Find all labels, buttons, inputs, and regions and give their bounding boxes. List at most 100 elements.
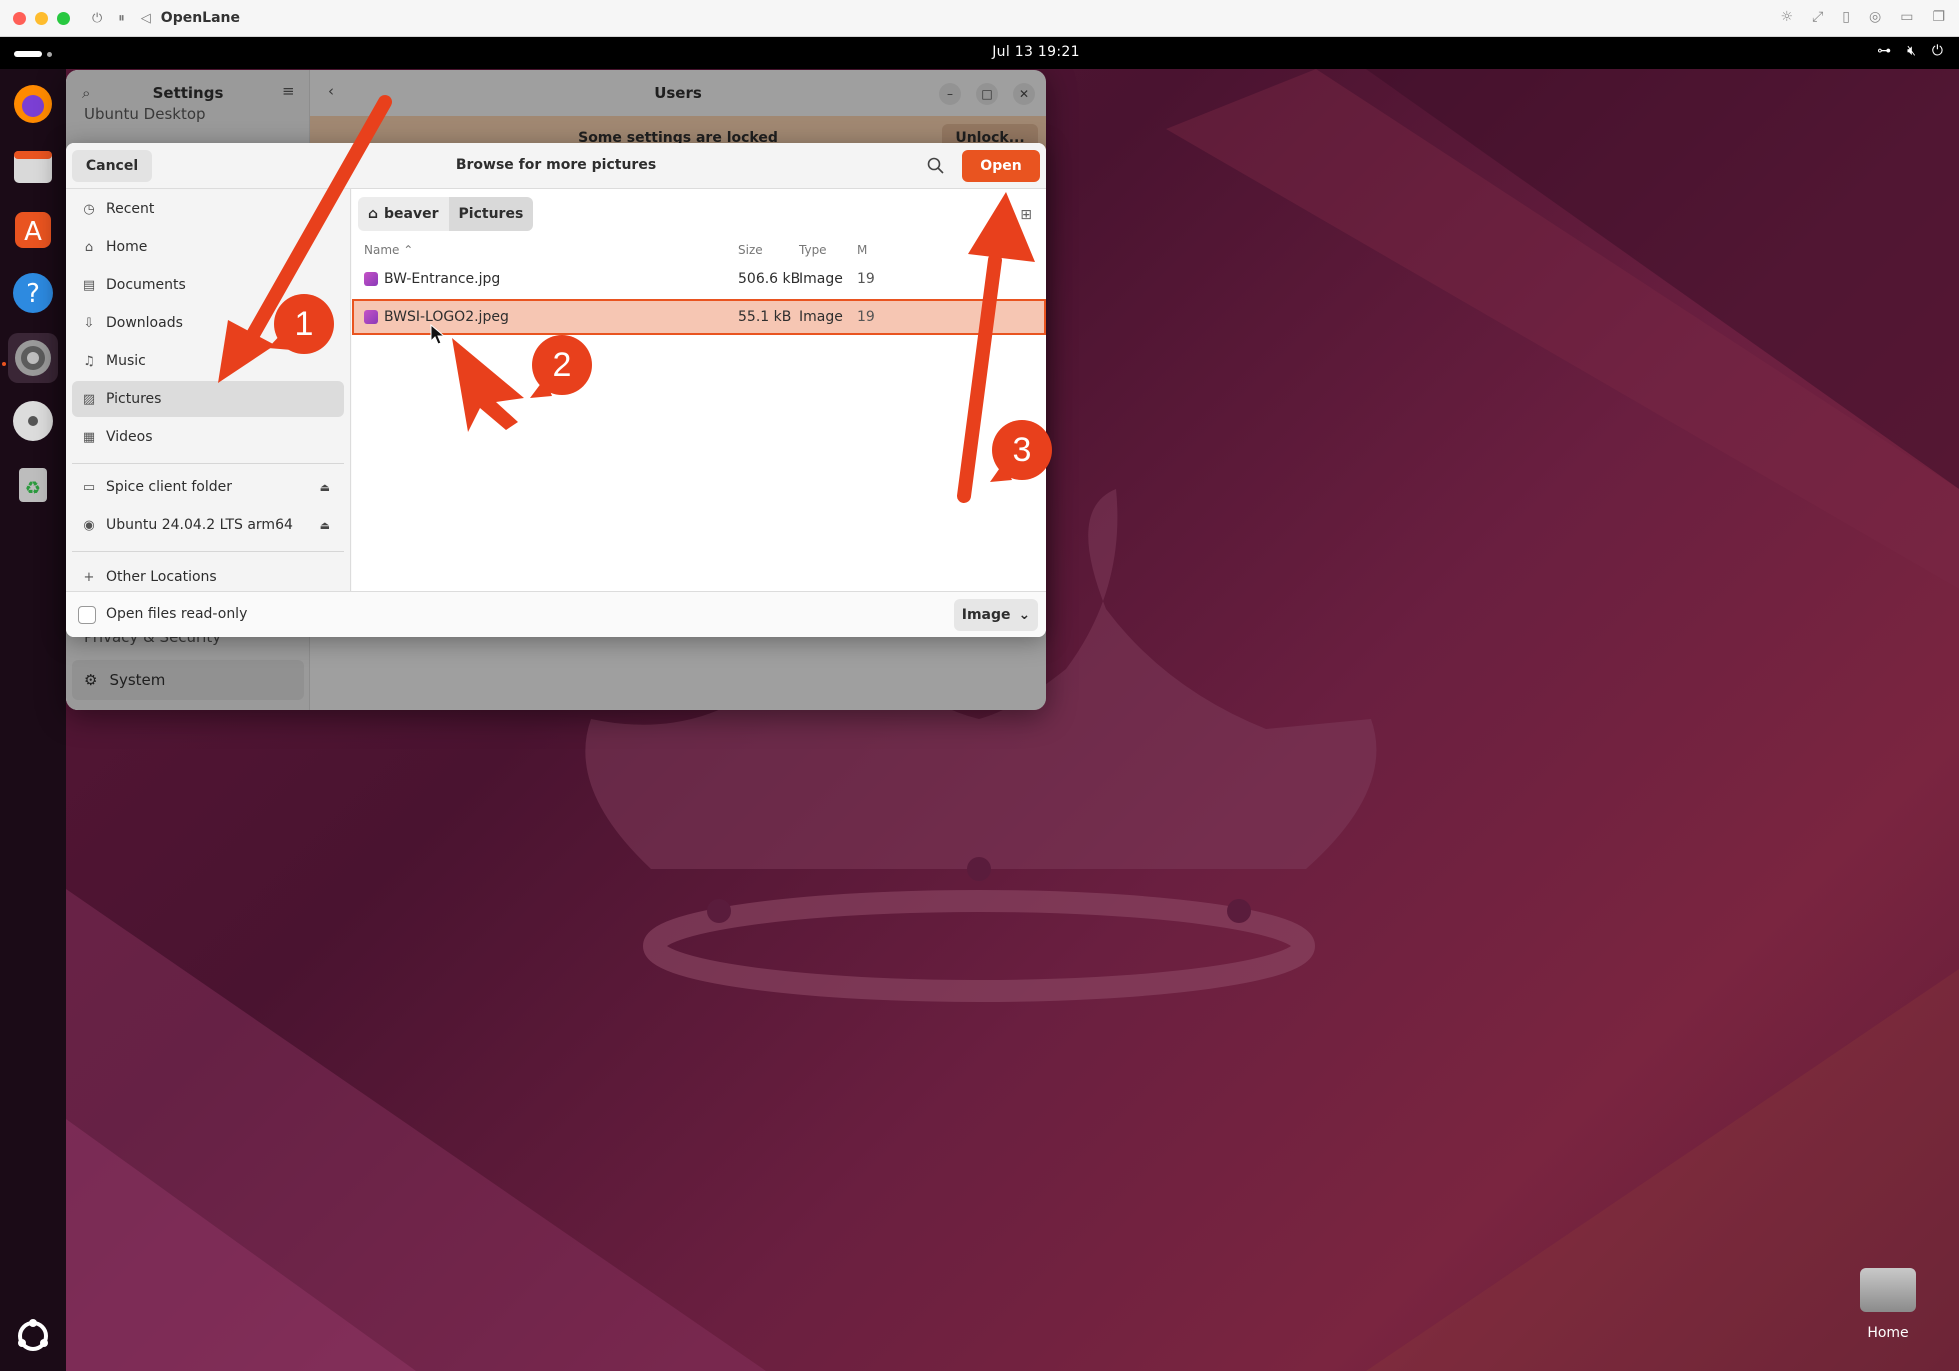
power-icon[interactable]: ⏻ [92,11,102,26]
dialog-header: Cancel Browse for more pictures Open [66,143,1046,189]
file-type: Image [799,271,843,287]
grid-view-icon[interactable]: ⊞ [1020,207,1032,223]
place-label: Other Locations [106,569,217,585]
network-wired-icon: ⊶ [1877,43,1892,59]
video-icon: ▦ [82,429,96,445]
search-icon[interactable] [926,156,946,176]
place-recent[interactable]: ◷ Recent [72,191,344,227]
filter-label: Image [961,607,1011,623]
place-label: Pictures [106,391,162,407]
place-label: Recent [106,201,155,217]
path-bar: ⌂ beaver Pictures [358,197,534,231]
desktop-home-folder-icon[interactable] [1860,1268,1916,1312]
read-only-label[interactable]: Open files read-only [106,606,247,622]
sort-ascending-icon: ⌃ [403,243,414,257]
power-menu-icon: ⏻ [1931,43,1943,59]
column-header-size[interactable]: Size [738,243,763,257]
annotation-badge-3: 3 [992,420,1052,480]
place-videos[interactable]: ▦ Videos [72,419,344,455]
read-only-checkbox[interactable] [78,606,96,624]
dialog-title: Browse for more pictures [455,157,657,173]
desktop-home-label[interactable]: Home [1850,1325,1926,1341]
crumb-label: beaver [384,206,439,222]
clock-icon: ◷ [83,201,95,217]
usb-icon[interactable]: ▯ [1842,9,1850,25]
place-pictures[interactable]: ▨ Pictures [72,381,344,417]
windows-icon[interactable]: ❐ [1932,9,1945,25]
place-label: Spice client folder [106,479,232,495]
file-filter-dropdown[interactable]: Image ⌄ [954,599,1038,631]
eject-icon[interactable]: ⏏ [320,519,330,532]
file-size: 506.6 kB [738,271,801,287]
file-size: 55.1 kB [738,309,792,325]
firefox-icon[interactable] [8,79,58,129]
ubuntu-top-bar: Jul 13 19:21 ⊶ 🔇︎ ⏻ [0,37,1959,69]
download-icon: ⇩ [83,315,95,331]
help-icon[interactable]: ? [8,268,58,318]
dialog-footer: Open files read-only Image ⌄ [66,591,1046,637]
close-window-button[interactable] [13,11,26,25]
shared-folder-icon[interactable]: ▭ [1900,9,1913,25]
picture-icon: ▨ [82,391,96,407]
zoom-window-button[interactable] [57,11,70,25]
folder-icon: ▭ [82,479,96,495]
place-other-locations[interactable]: + Other Locations [72,559,344,595]
document-icon: ▤ [82,277,96,293]
file-modified: 19 [857,309,875,325]
place-label: Ubuntu 24.04.2 LTS arm64 [106,517,293,533]
files-icon[interactable] [8,142,58,192]
image-file-icon [364,310,378,324]
window-traffic-lights [13,11,70,25]
image-file-icon [364,272,378,286]
open-button[interactable]: Open [962,150,1040,182]
resize-icon[interactable]: ⤢ [1812,9,1823,25]
dock: A ? ♻ [0,69,66,1371]
places-separator [72,463,344,464]
svg-text:?: ? [26,279,40,309]
crumb-label: Pictures [458,206,524,222]
pause-icon[interactable]: ⏸ [118,11,125,26]
places-separator [72,551,344,552]
svg-text:A: A [24,217,42,247]
annotation-badge-1: 1 [274,294,334,354]
network-icon[interactable]: ◎ [1869,9,1881,25]
disc-drive-icon[interactable] [8,396,58,446]
host-app-title: OpenLane [160,10,241,26]
file-modified: 19 [857,271,875,287]
eject-icon[interactable]: ⏏ [320,481,330,494]
place-label: Documents [106,277,186,293]
show-apps-icon[interactable] [8,1311,58,1361]
minimize-window-button[interactable] [35,11,48,25]
svg-text:♻: ♻ [25,478,41,499]
column-header-name[interactable]: Name ⌃ [364,243,413,257]
path-crumb-pictures[interactable]: Pictures [448,197,534,231]
settings-gear-icon[interactable] [8,333,58,383]
trash-icon[interactable]: ♻ [8,459,58,509]
file-list-pane: ⌂ beaver Pictures ⊞ Name ⌃ Size Type M B… [352,189,1046,591]
clock[interactable]: Jul 13 19:21 [0,44,1959,60]
home-icon: ⌂ [84,239,94,255]
file-row[interactable]: BW-Entrance.jpg 506.6 kB Image 19 [352,261,1046,297]
app-center-icon[interactable]: A [8,205,58,255]
place-label: Home [106,239,148,255]
column-header-type[interactable]: Type [799,243,827,257]
place-home[interactable]: ⌂ Home [72,229,344,265]
annotation-badge-2: 2 [532,335,592,395]
home-icon: ⌂ [368,206,379,222]
path-crumb-home[interactable]: ⌂ beaver [358,197,449,231]
system-tray[interactable]: ⊶ 🔇︎ ⏻ [1877,43,1943,59]
file-row-selected[interactable]: BWSI-LOGO2.jpeg 55.1 kB Image 19 [352,299,1046,335]
mouse-pointer-icon [430,324,446,345]
places-sidebar: ◷ Recent ⌂ Home ▤ Documents ⇩ Downloads … [66,189,351,591]
column-header-modified[interactable]: M [857,243,867,257]
file-type: Image [799,309,843,325]
place-ubuntu-disc[interactable]: ◉ Ubuntu 24.04.2 LTS arm64 ⏏ [72,507,344,543]
file-name: BWSI-LOGO2.jpeg [384,309,509,325]
place-spice-folder[interactable]: ▭ Spice client folder ⏏ [72,469,344,505]
music-icon: ♫ [83,353,95,369]
chevron-down-icon: ⌄ [1018,607,1031,623]
host-titlebar: ⏻ ⏸ ◁ OpenLane ☼ ⤢ ▯ ◎ ▭ ❐ [0,0,1959,37]
back-icon[interactable]: ◁ [141,11,151,26]
file-name: BW-Entrance.jpg [384,271,501,287]
brightness-icon[interactable]: ☼ [1781,9,1794,25]
